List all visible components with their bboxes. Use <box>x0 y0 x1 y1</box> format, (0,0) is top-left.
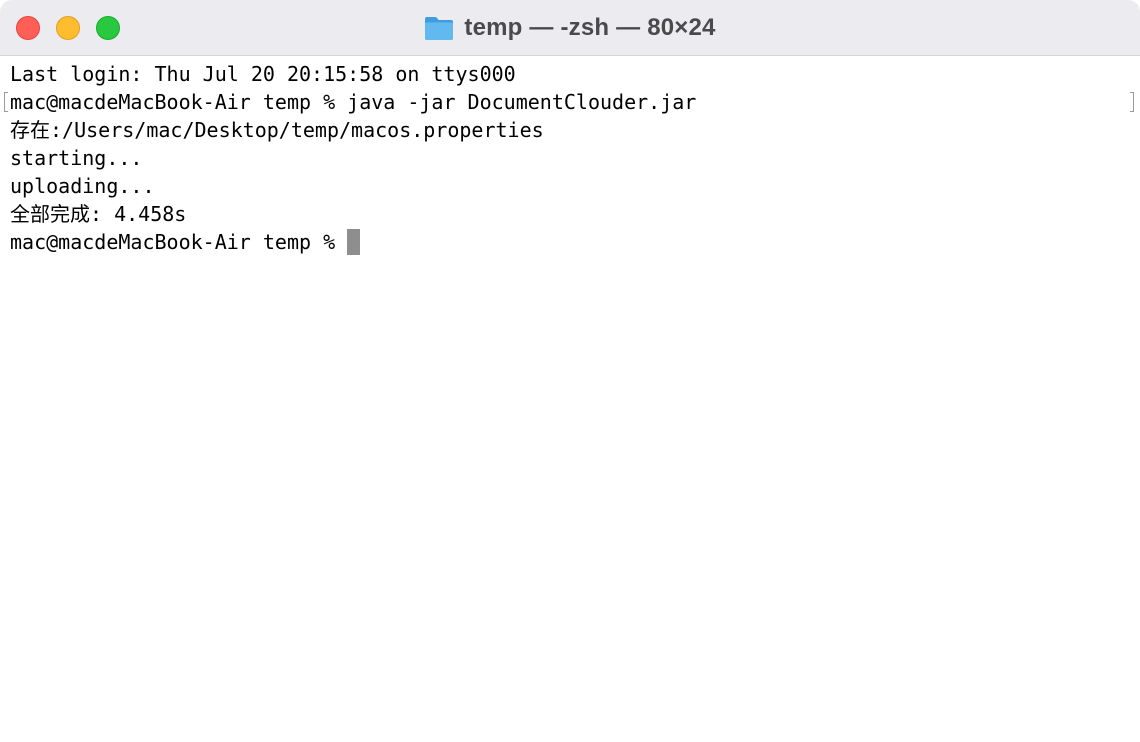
terminal-line-last-login: Last login: Thu Jul 20 20:15:58 on ttys0… <box>10 62 516 86</box>
terminal-line-starting: starting... <box>10 146 143 170</box>
terminal-window: temp — -zsh — 80×24 Last login: Thu Jul … <box>0 0 1140 742</box>
terminal-prompt: mac@macdeMacBook-Air temp % <box>10 230 348 254</box>
title-bar[interactable]: temp — -zsh — 80×24 <box>0 0 1140 56</box>
terminal-line-properties: 存在:/Users/mac/Desktop/temp/macos.propert… <box>10 118 544 142</box>
window-title: temp — -zsh — 80×24 <box>464 14 716 41</box>
terminal-line-command: mac@macdeMacBook-Air temp % java -jar Do… <box>10 90 697 114</box>
folder-icon <box>425 17 454 40</box>
mark-bracket-left <box>4 92 8 112</box>
terminal-content[interactable]: Last login: Thu Jul 20 20:15:58 on ttys0… <box>0 60 1140 742</box>
window-title-group: temp — -zsh — 80×24 <box>0 0 1140 56</box>
mark-bracket-right <box>1130 92 1134 112</box>
terminal-line-uploading: uploading... <box>10 174 155 198</box>
text-cursor <box>347 229 361 255</box>
terminal-prompt-line[interactable]: mac@macdeMacBook-Air temp % <box>10 228 361 256</box>
terminal-line-complete: 全部完成: 4.458s <box>10 202 187 226</box>
